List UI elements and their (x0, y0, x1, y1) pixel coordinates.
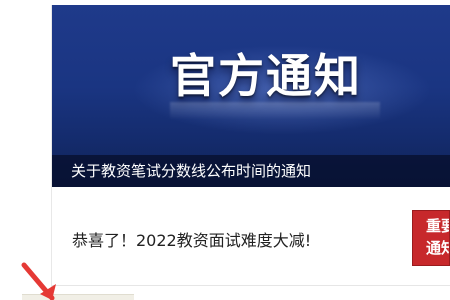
left-gutter (0, 0, 52, 300)
banner-title: 官方通知 (170, 49, 362, 103)
red-arrow-icon (21, 262, 56, 300)
banner-title-reflection (170, 102, 380, 120)
badge-line-1: 重要 (426, 217, 449, 235)
divider (52, 285, 450, 286)
news-list-item[interactable]: 恭喜了！2022教资面试难度大减! (52, 187, 450, 285)
news-headline-link[interactable]: 恭喜了！2022教资面试难度大减! (72, 231, 311, 251)
banner-caption-bar[interactable]: 关于教资笔试分数线公布时间的通知 (52, 155, 450, 187)
important-notice-badge[interactable]: 重要 通知 (412, 210, 450, 266)
banner-caption-link[interactable]: 关于教资笔试分数线公布时间的通知 (71, 161, 311, 181)
badge-line-2: 通知 (426, 239, 449, 257)
page: 官方通知 关于教资笔试分数线公布时间的通知 恭喜了！2022教资面试难度大减! … (0, 0, 450, 300)
